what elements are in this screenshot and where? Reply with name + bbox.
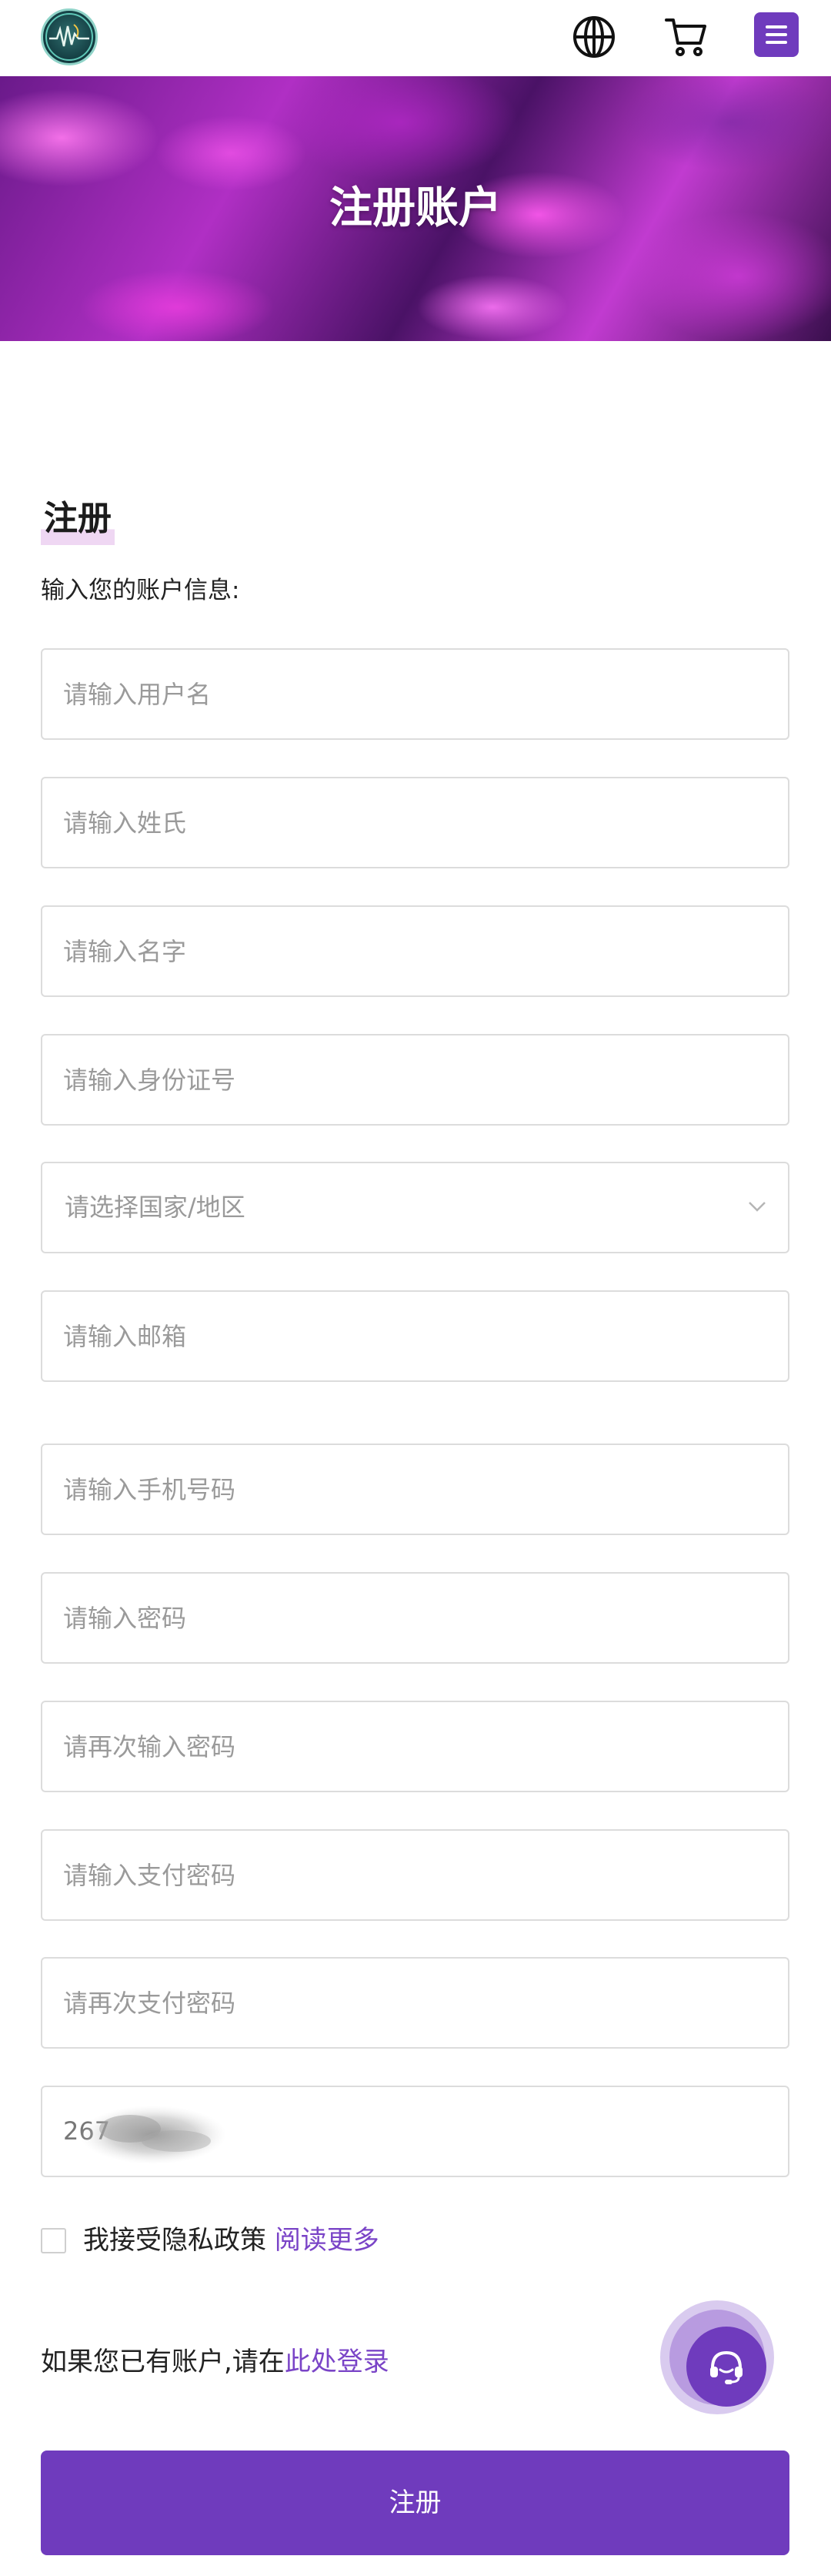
email-input[interactable] (42, 1292, 788, 1380)
username-field-box (41, 648, 789, 740)
pay-password-field-box (41, 1829, 789, 1921)
surname-field-box (41, 777, 789, 868)
captcha-field[interactable]: 267 (41, 2086, 789, 2177)
chevron-down-icon (749, 1202, 766, 1212)
menu-bar (766, 33, 787, 36)
read-more-link[interactable]: 阅读更多 (275, 2225, 379, 2256)
login-prompt: 如果您已有账户,请在此处登录 (41, 2345, 389, 2379)
banner-title: 注册账户 (329, 183, 502, 233)
support-button-ring (669, 2310, 766, 2407)
register-submit-button[interactable]: 注册 (41, 2451, 789, 2555)
pay-password-input[interactable] (42, 1831, 788, 1919)
phone-field-box (41, 1444, 789, 1535)
top-header (0, 0, 831, 76)
country-select[interactable]: 请选择国家/地区 (41, 1162, 789, 1253)
pay-password-confirm-field-box (41, 1957, 789, 2049)
country-select-placeholder: 请选择国家/地区 (65, 1193, 245, 1222)
given-name-field-box (41, 905, 789, 997)
pay-password-confirm-input[interactable] (42, 1959, 788, 2047)
surname-input[interactable] (42, 778, 788, 867)
headset-support-icon (686, 2327, 766, 2407)
cart-icon[interactable] (663, 14, 709, 60)
username-input[interactable] (42, 650, 788, 738)
menu-bar (766, 41, 787, 44)
menu-bar (766, 25, 787, 28)
login-link[interactable]: 此处登录 (285, 2347, 389, 2377)
id-number-field-box (41, 1034, 789, 1126)
password-confirm-field-box (41, 1701, 789, 1792)
globe-icon[interactable] (571, 14, 617, 60)
email-field-box (41, 1290, 789, 1382)
captcha-image[interactable] (61, 2101, 238, 2166)
form-heading: 注册 (41, 493, 115, 545)
support-button[interactable] (660, 2300, 774, 2414)
given-name-input[interactable] (42, 907, 788, 995)
id-number-input[interactable] (42, 1035, 788, 1124)
form-subheading: 输入您的账户信息: (41, 577, 240, 604)
logo-icon[interactable] (41, 8, 98, 65)
password-confirm-input[interactable] (42, 1702, 788, 1791)
login-prompt-text: 如果您已有账户,请在 (41, 2347, 285, 2377)
privacy-checkbox[interactable] (41, 2228, 66, 2253)
password-input[interactable] (42, 1574, 788, 1662)
privacy-agreement-text: 我接受隐私政策 (83, 2225, 266, 2256)
privacy-agreement: 我接受隐私政策 阅读更多 (83, 2223, 379, 2257)
phone-input[interactable] (42, 1445, 788, 1534)
hamburger-menu-icon[interactable] (754, 12, 799, 57)
password-field-box (41, 1572, 789, 1664)
